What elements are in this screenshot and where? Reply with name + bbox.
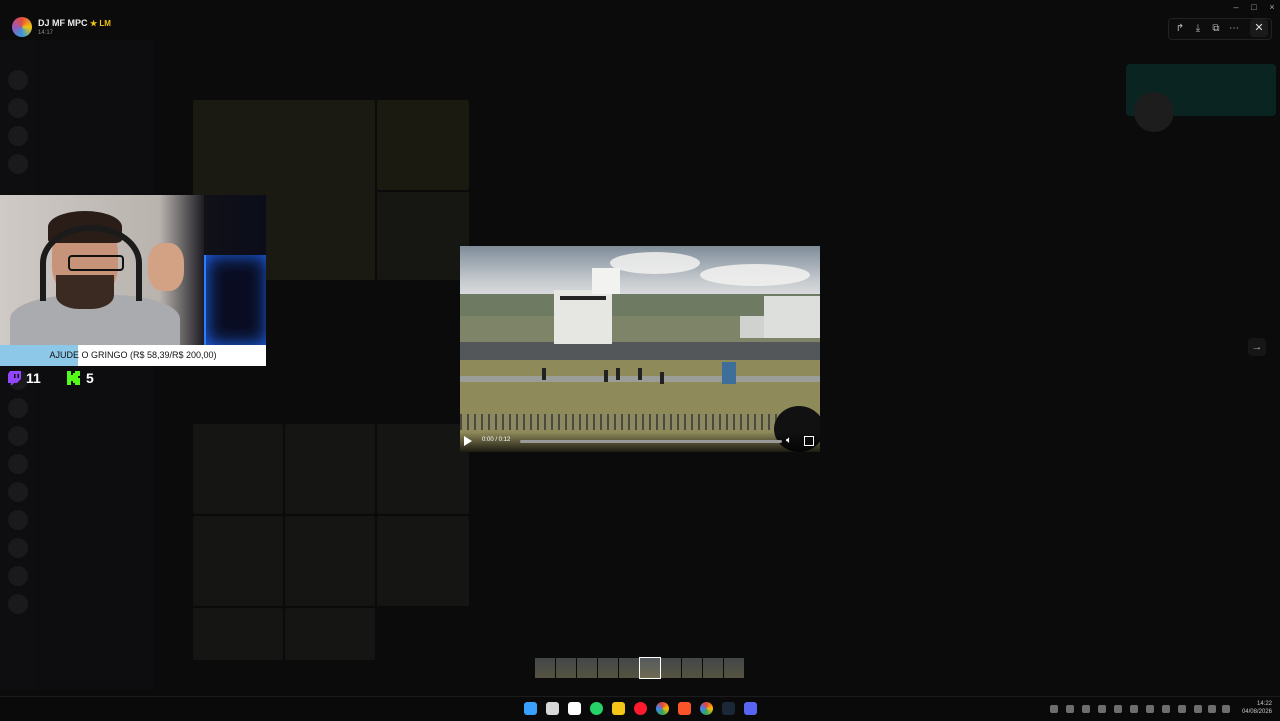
open-external-icon[interactable]: ⧉ [1209,23,1223,34]
steam-icon[interactable] [722,702,735,715]
author-username: DJ MF MPC [38,18,88,28]
network-icon[interactable] [1208,705,1216,713]
kick-viewer-count: 5 [86,370,94,386]
video-frame-person [638,368,642,380]
badge-label: LM [99,19,111,28]
author-badge: ★ LM [90,19,111,28]
goal-text: AJUDE O GRINGO (R$ 58,39/R$ 200,00) [49,350,217,360]
tray-icon[interactable] [1146,705,1154,713]
video-frame-person [660,372,664,384]
media-thumbnail[interactable] [682,658,702,678]
thumbnail-strip [535,657,744,679]
capcut-icon[interactable] [568,702,581,715]
gaming-pc [204,255,266,345]
whatsapp-icon[interactable] [590,702,603,715]
video-frame-blue-tower [722,362,736,384]
video-frame-person [616,368,620,380]
close-viewer-button[interactable]: ✕ [1250,19,1268,37]
more-icon[interactable]: ⋯ [1227,23,1241,34]
chrome-icon[interactable] [656,702,669,715]
twitch-icon [8,371,21,385]
chrome-alt-icon[interactable] [700,702,713,715]
tray-icon[interactable] [1130,705,1138,713]
twitch-viewer-count: 11 [26,370,41,386]
video-frame-tower-top [592,268,620,294]
donation-goal-bar: AJUDE O GRINGO (R$ 58,39/R$ 200,00) [0,345,266,366]
video-time: 0:00 / 0:12 [482,437,511,443]
forward-icon[interactable]: ↱ [1173,23,1187,34]
download-icon[interactable]: ⤓ [1191,23,1205,34]
discord-icon[interactable] [744,702,757,715]
clock-time: 14:22 [1256,701,1272,707]
video-player[interactable]: 0:00 / 0:12 🔈︎ [460,246,820,452]
tray-icon[interactable] [1098,705,1106,713]
media-thumbnail[interactable] [535,658,555,678]
volume-icon[interactable]: 🔈︎ [786,435,792,446]
media-thumbnail[interactable] [639,657,661,679]
video-frame-cloud [610,252,700,274]
file-explorer-icon[interactable] [612,702,625,715]
author-name[interactable]: DJ MF MPC ★ LM [38,18,111,28]
media-thumbnail[interactable] [598,658,618,678]
video-frame-building [764,296,820,338]
video-frame-person [604,370,608,382]
tray-icon[interactable] [1082,705,1090,713]
video-frame-fence [460,414,820,430]
notes-icon[interactable] [546,702,559,715]
clock-date: 04/08/2026 [1241,709,1272,715]
tray-icon[interactable] [1050,705,1058,713]
kick-icon [67,371,80,385]
taskbar: 14:22 04/08/2026 [0,696,1280,721]
video-frame-person [542,368,546,380]
media-grid [193,100,469,660]
play-icon[interactable] [464,436,472,446]
media-thumbnail[interactable] [556,658,576,678]
windows-start-icon[interactable] [524,702,537,715]
video-progress-bar[interactable] [520,440,782,443]
media-thumbnail[interactable] [577,658,597,678]
tray-icon[interactable] [1178,705,1186,713]
tray-icon[interactable] [1066,705,1074,713]
minimize-button[interactable]: – [1228,2,1244,12]
tray-icon[interactable] [1114,705,1122,713]
streamer-hand [148,243,184,291]
brave-icon[interactable] [678,702,691,715]
window-close-button[interactable]: × [1264,2,1280,12]
clock[interactable]: 14:22 04/08/2026 [1240,700,1272,716]
avatar[interactable] [12,17,32,37]
volume-tray-icon[interactable] [1222,705,1230,713]
headset [40,225,142,301]
maximize-button[interactable]: □ [1246,2,1262,12]
fullscreen-icon[interactable] [804,436,814,446]
tray-icon[interactable] [1162,705,1170,713]
next-media-button[interactable]: → [1248,338,1266,356]
viewer-header: DJ MF MPC ★ LM 14:17 – □ × ↱ ⤓ ⧉ ⋯ ✕ [0,0,1280,40]
profile-avatar [1134,92,1174,132]
video-frame-tower-window [560,296,606,300]
video-frame-track [460,342,820,360]
media-thumbnail[interactable] [724,658,744,678]
webcam-overlay [0,195,266,345]
video-frame-cloud [700,264,810,286]
media-thumbnail[interactable] [703,658,723,678]
mic-icon[interactable] [1194,705,1202,713]
message-timestamp: 14:17 [38,30,54,36]
opera-icon[interactable] [634,702,647,715]
media-thumbnail[interactable] [661,658,681,678]
media-thumbnail[interactable] [619,658,639,678]
